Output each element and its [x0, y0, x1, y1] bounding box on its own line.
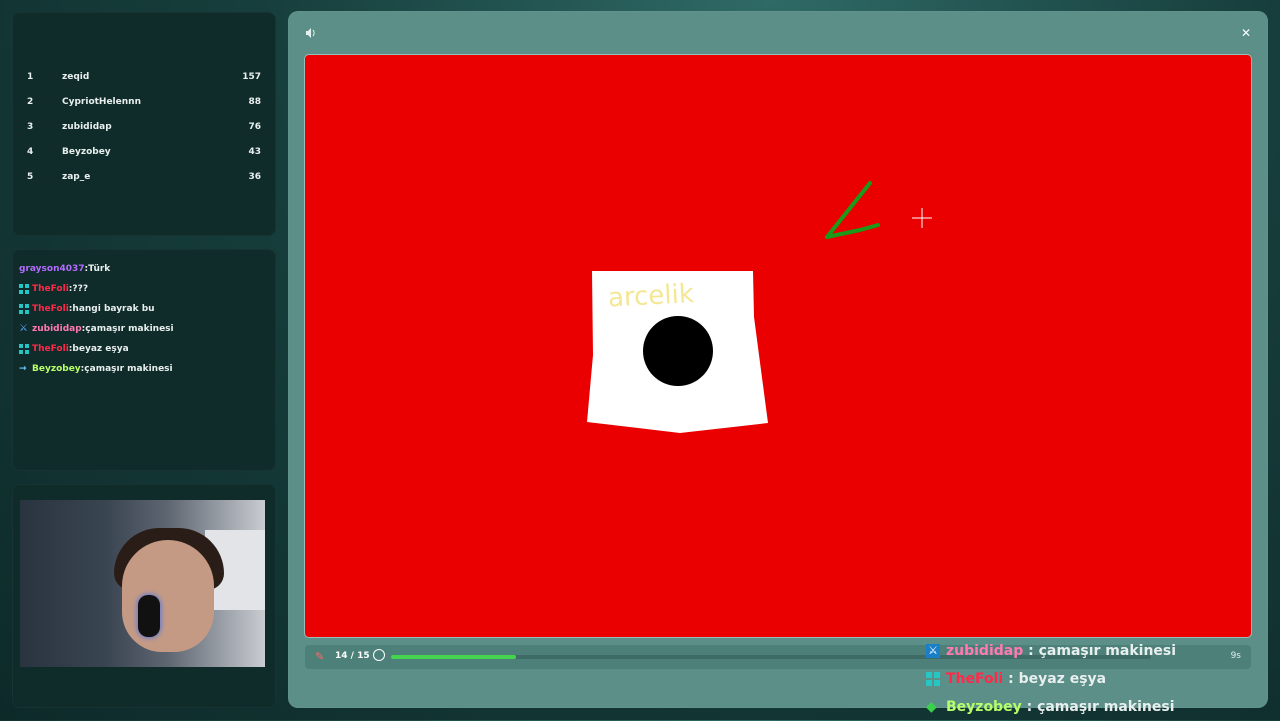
gem-badge-icon: ◆ — [926, 699, 937, 715]
leaderboard-score: 76 — [248, 121, 261, 132]
time-progress-fill — [391, 655, 517, 659]
drawing-canvas[interactable]: arcelik — [305, 55, 1251, 637]
chat-username[interactable]: grayson4037 — [19, 264, 85, 274]
timer-icon — [373, 649, 385, 661]
chat-username[interactable]: TheFoli — [32, 284, 69, 294]
overlay-chat-text: çamaşır makinesi — [1038, 643, 1177, 659]
leaderboard-score: 157 — [242, 71, 261, 82]
leaderboard-score: 43 — [248, 146, 261, 157]
overlay-chat-text: beyaz eşya — [1018, 671, 1107, 687]
chat-message: grayson4037: Türk — [19, 259, 271, 279]
chat-text: Türk — [88, 264, 111, 274]
leaderboard-rank: 3 — [27, 121, 34, 132]
overlay-chat-message: TheFoli : beyaz eşya — [926, 665, 1280, 693]
drawing-layer: arcelik — [587, 181, 932, 433]
drawing-text: arcelik — [607, 279, 694, 313]
chat-username[interactable]: TheFoli — [32, 304, 69, 314]
overlay-chat-username: Beyzobey — [946, 699, 1022, 715]
chat-message-list: grayson4037: Türk TheFoli:??? TheFoli: hangi… — [19, 259, 271, 379]
sword-badge-icon: ⚔ — [926, 644, 940, 658]
leaderboard-player-name: Beyzobey — [62, 146, 111, 157]
chat-text: çamaşır makinesi — [85, 324, 174, 334]
overlay-chat-message: ⚔ zubididap : çamaşır makinesi — [926, 637, 1280, 665]
leaderboard-player-name: CypriotHelennn — [62, 96, 141, 107]
overlay-chat-separator: : — [1023, 643, 1039, 659]
leaderboard-score: 36 — [248, 171, 261, 182]
speaker-icon[interactable] — [305, 27, 319, 41]
stream-chat-panel: grayson4037: Türk TheFoli:??? TheFoli: hangi… — [12, 249, 276, 471]
chat-text: çamaşır makinesi — [84, 364, 173, 374]
leaderboard-rank: 4 — [27, 146, 34, 157]
chat-username[interactable]: zubididap — [32, 324, 82, 334]
webcam-feed — [20, 500, 265, 667]
drawing-game-window: ✕ arcelik ✎ 14 / 15 9s — [288, 11, 1268, 708]
overlay-chat-message: ◆ Beyzobey : çamaşır makinesi — [926, 693, 1280, 721]
black-circle-drawing — [643, 316, 713, 386]
leaderboard-row: 1 zeqid 157 — [12, 64, 276, 89]
overlay-chat-text: çamaşır makinesi — [1037, 699, 1175, 715]
crosshair-cursor-icon — [912, 208, 932, 228]
leaderboard-player-name: zubididap — [62, 121, 112, 132]
subscriber-badge-icon — [19, 344, 29, 354]
leaderboard-row: 3 zubididap 76 — [12, 114, 276, 139]
green-stroke-drawing — [825, 181, 880, 239]
leaderboard-rank: 5 — [27, 171, 34, 182]
leaderboard-row: 5 zap_e 36 — [12, 164, 276, 189]
chat-username[interactable]: TheFoli — [32, 344, 69, 354]
webcam-streamer-face — [122, 540, 214, 652]
leaderboard-score: 88 — [248, 96, 261, 107]
leaderboard-player-name: zap_e — [62, 171, 91, 182]
leaderboard-rank: 1 — [27, 71, 34, 82]
overlay-chat: ⚔ zubididap : çamaşır makinesi TheFoli : b… — [926, 637, 1280, 721]
close-icon: ✕ — [1240, 26, 1252, 40]
chat-text: hangi bayrak bu — [72, 304, 155, 314]
webcam-headset — [138, 595, 160, 637]
arrow-badge-icon: → — [19, 364, 27, 374]
subscriber-badge-icon — [19, 304, 29, 314]
chat-message: → Beyzobey: çamaşır makinesi — [19, 359, 271, 379]
leaderboard-list: 1 zeqid 157 2 CypriotHelennn 88 3 zubidi… — [12, 64, 276, 202]
pencil-icon: ✎ — [315, 650, 325, 663]
webcam-panel — [12, 484, 276, 708]
leaderboard-player-name: zeqid — [62, 71, 90, 82]
chat-message: ⚔ zubididap: çamaşır makinesi — [19, 319, 271, 339]
leaderboard-row: 2 CypriotHelennn 88 — [12, 89, 276, 114]
overlay-chat-separator: : — [1003, 671, 1019, 687]
chat-text: beyaz eşya — [72, 344, 129, 354]
subscriber-badge-icon — [926, 672, 940, 686]
overlay-chat-username: TheFoli — [946, 671, 1004, 687]
overlay-chat-separator: : — [1021, 699, 1038, 715]
chat-text: ??? — [72, 284, 89, 294]
leaderboard-row: 4 Beyzobey 43 — [12, 139, 276, 164]
overlay-chat-username: zubididap — [946, 643, 1024, 659]
chat-message: TheFoli: beyaz eşya — [19, 339, 271, 359]
subscriber-badge-icon — [19, 284, 29, 294]
leaderboard-panel: 1 zeqid 157 2 CypriotHelennn 88 3 zubidi… — [12, 12, 276, 236]
sword-badge-icon: ⚔ — [19, 323, 28, 334]
chat-message: TheFoli:??? — [19, 279, 271, 299]
chat-username[interactable]: Beyzobey — [32, 364, 81, 374]
round-counter: 14 / 15 — [335, 651, 370, 661]
chat-message: TheFoli: hangi bayrak bu — [19, 299, 271, 319]
leaderboard-rank: 2 — [27, 96, 34, 107]
close-button[interactable]: ✕ — [1238, 25, 1254, 41]
